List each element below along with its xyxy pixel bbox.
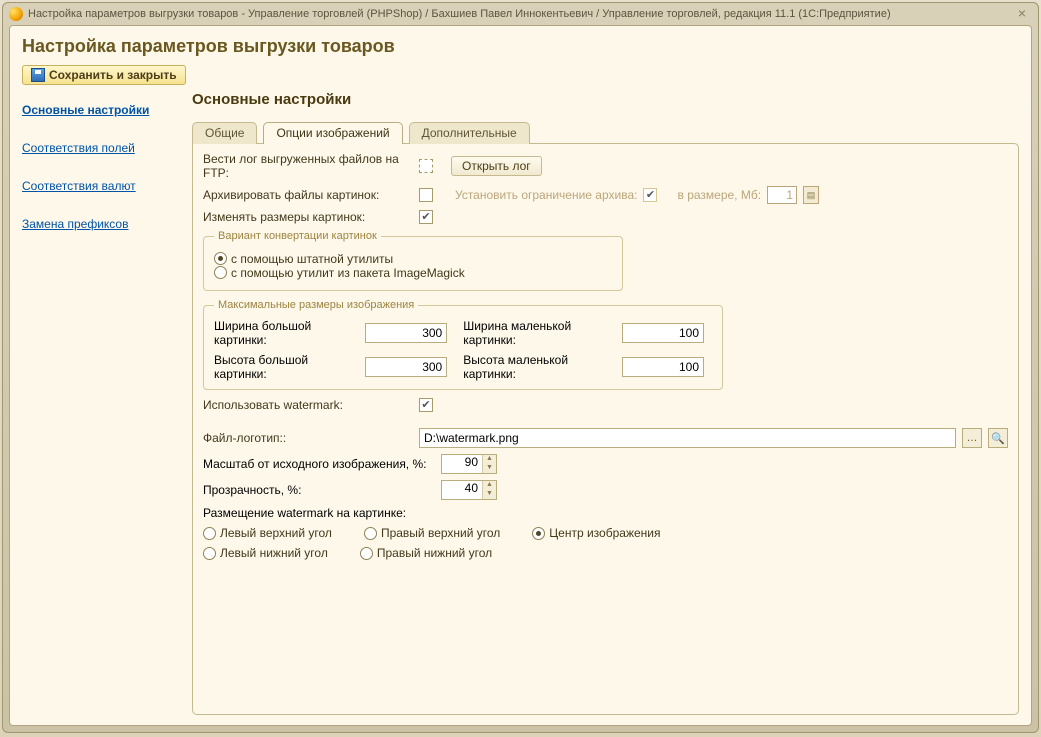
tabs: Общие Опции изображений Дополнительные — [192, 122, 1019, 144]
section-title: Основные настройки — [192, 91, 1019, 108]
archive-size-label: в размере, Мб: — [677, 188, 761, 202]
watermark-checkbox[interactable] — [419, 398, 433, 412]
page-title: Настройка параметров выгрузки товаров — [22, 36, 1019, 57]
maxsize-fieldset: Максимальные размеры изображения Ширина … — [203, 299, 723, 390]
archive-checkbox[interactable] — [419, 188, 433, 202]
width-small-input[interactable] — [622, 323, 704, 343]
ftp-log-checkbox[interactable] — [419, 159, 433, 173]
maxsize-legend: Максимальные размеры изображения — [214, 299, 418, 311]
logo-search-button[interactable]: 🔍 — [988, 428, 1008, 448]
tabpane-images: Вести лог выгруженных файлов на FTP: Отк… — [192, 143, 1019, 715]
logo-label: Файл-логотип:: — [203, 431, 413, 445]
titlebar: Настройка параметров выгрузки товаров - … — [3, 3, 1038, 25]
sidebar-item-fields[interactable]: Соответствия полей — [22, 141, 192, 155]
opacity-label: Прозрачность, %: — [203, 483, 435, 497]
save-close-button[interactable]: Сохранить и закрыть — [22, 65, 186, 85]
window-title: Настройка параметров выгрузки товаров - … — [28, 8, 891, 20]
convert-fieldset: Вариант конвертации картинок с помощью ш… — [203, 230, 623, 291]
archive-label: Архивировать файлы картинок: — [203, 188, 413, 202]
tab-images[interactable]: Опции изображений — [263, 122, 402, 144]
save-icon — [31, 68, 45, 82]
sidebar-item-currency[interactable]: Соответствия валют — [22, 179, 192, 193]
width-big-label: Ширина большой картинки: — [214, 319, 357, 347]
width-big-input[interactable] — [365, 323, 447, 343]
scale-label: Масштаб от исходного изображения, %: — [203, 457, 435, 471]
convert-native-radio[interactable]: с помощью штатной утилиты — [214, 252, 393, 266]
placement-top-right-radio[interactable]: Правый верхний угол — [364, 526, 500, 540]
logo-browse-button[interactable]: … — [962, 428, 982, 448]
placement-top-left-radio[interactable]: Левый верхний угол — [203, 526, 332, 540]
placement-bottom-right-radio[interactable]: Правый нижний угол — [360, 546, 492, 560]
archive-size-input[interactable] — [767, 186, 797, 204]
scale-spinner[interactable]: 90 ▲▼ — [441, 454, 497, 474]
ftp-log-label: Вести лог выгруженных файлов на FTP: — [203, 152, 413, 180]
sidebar-item-main[interactable]: Основные настройки — [22, 103, 192, 117]
chevron-up-icon[interactable]: ▲ — [483, 481, 496, 490]
resize-label: Изменять размеры картинок: — [203, 210, 413, 224]
archive-limit-label: Установить ограничение архива: — [455, 188, 637, 202]
height-big-input[interactable] — [365, 357, 447, 377]
height-small-input[interactable] — [622, 357, 704, 377]
tab-extra[interactable]: Дополнительные — [409, 122, 530, 144]
tab-general[interactable]: Общие — [192, 122, 257, 144]
sidebar-item-prefix[interactable]: Замена префиксов — [22, 217, 192, 231]
height-small-label: Высота маленькой картинки: — [463, 353, 614, 381]
height-big-label: Высота большой картинки: — [214, 353, 357, 381]
chevron-down-icon[interactable]: ▼ — [483, 490, 496, 499]
open-log-button[interactable]: Открыть лог — [451, 156, 542, 176]
convert-imagick-radio[interactable]: с помощью утилит из пакета ImageMagick — [214, 266, 465, 280]
placement-center-radio[interactable]: Центр изображения — [532, 526, 660, 540]
archive-limit-checkbox[interactable] — [643, 188, 657, 202]
close-icon[interactable]: × — [1012, 6, 1032, 22]
placement-label: Размещение watermark на картинке: — [203, 506, 406, 520]
opacity-spinner[interactable]: 40 ▲▼ — [441, 480, 497, 500]
watermark-label: Использовать watermark: — [203, 398, 413, 412]
chevron-up-icon[interactable]: ▲ — [483, 455, 496, 464]
calc-icon[interactable]: ▤ — [803, 186, 819, 204]
placement-bottom-left-radio[interactable]: Левый нижний угол — [203, 546, 328, 560]
app-icon — [9, 7, 23, 21]
width-small-label: Ширина маленькой картинки: — [463, 319, 614, 347]
convert-legend: Вариант конвертации картинок — [214, 230, 381, 242]
chevron-down-icon[interactable]: ▼ — [483, 464, 496, 473]
resize-checkbox[interactable] — [419, 210, 433, 224]
logo-path-input[interactable] — [419, 428, 956, 448]
sidebar: Основные настройки Соответствия полей Со… — [22, 91, 192, 715]
